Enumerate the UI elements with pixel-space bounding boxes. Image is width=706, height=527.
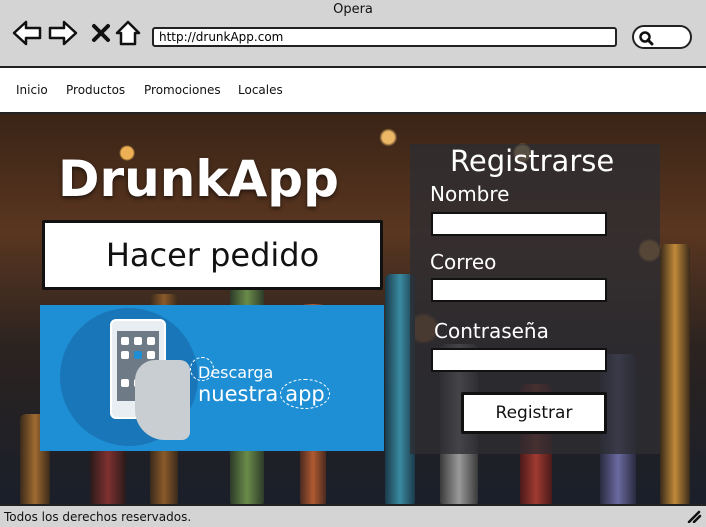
forward-arrow-icon[interactable] bbox=[48, 18, 78, 48]
name-label: Nombre bbox=[430, 182, 510, 206]
hero-section: DrunkApp Hacer pedido Descarga nuestra ap… bbox=[0, 114, 706, 504]
brand-title: DrunkApp bbox=[58, 150, 339, 208]
download-app-banner[interactable]: Descarga nuestra app bbox=[40, 305, 384, 451]
email-input[interactable] bbox=[431, 278, 607, 302]
password-label: Contraseña bbox=[434, 319, 549, 343]
register-form: Registrarse Nombre Correo Contraseña Reg… bbox=[410, 144, 660, 454]
banner-line-2: nuestra app bbox=[198, 379, 330, 409]
register-button[interactable]: Registrar bbox=[461, 392, 607, 434]
nav-item-inicio[interactable]: Inicio bbox=[16, 83, 48, 97]
resize-grip-icon[interactable] bbox=[686, 509, 702, 523]
back-arrow-icon[interactable] bbox=[12, 18, 42, 48]
close-icon[interactable] bbox=[86, 18, 116, 48]
nav-item-promociones[interactable]: Promociones bbox=[144, 83, 221, 97]
footer-copyright: Todos los derechos reservados. bbox=[4, 510, 192, 524]
nav-item-locales[interactable]: Locales bbox=[238, 83, 283, 97]
banner-app-word: app bbox=[280, 379, 330, 409]
browser-toolbar: Opera http://drunkApp.com bbox=[0, 0, 706, 68]
home-icon[interactable] bbox=[113, 18, 143, 48]
browser-search-field[interactable] bbox=[632, 25, 692, 49]
banner-line-2-prefix: nuestra bbox=[198, 382, 279, 406]
search-icon bbox=[639, 31, 654, 46]
register-title: Registrarse bbox=[450, 144, 615, 178]
main-nav: Inicio Productos Promociones Locales bbox=[0, 70, 706, 114]
password-input[interactable] bbox=[431, 348, 607, 372]
nav-item-productos[interactable]: Productos bbox=[66, 83, 125, 97]
order-button[interactable]: Hacer pedido bbox=[42, 220, 383, 290]
hand-icon bbox=[135, 360, 190, 440]
email-label: Correo bbox=[430, 250, 497, 274]
window-title: Opera bbox=[333, 2, 373, 17]
name-input[interactable] bbox=[431, 212, 607, 236]
url-input[interactable]: http://drunkApp.com bbox=[152, 27, 617, 47]
status-bar: Todos los derechos reservados. bbox=[0, 504, 706, 527]
